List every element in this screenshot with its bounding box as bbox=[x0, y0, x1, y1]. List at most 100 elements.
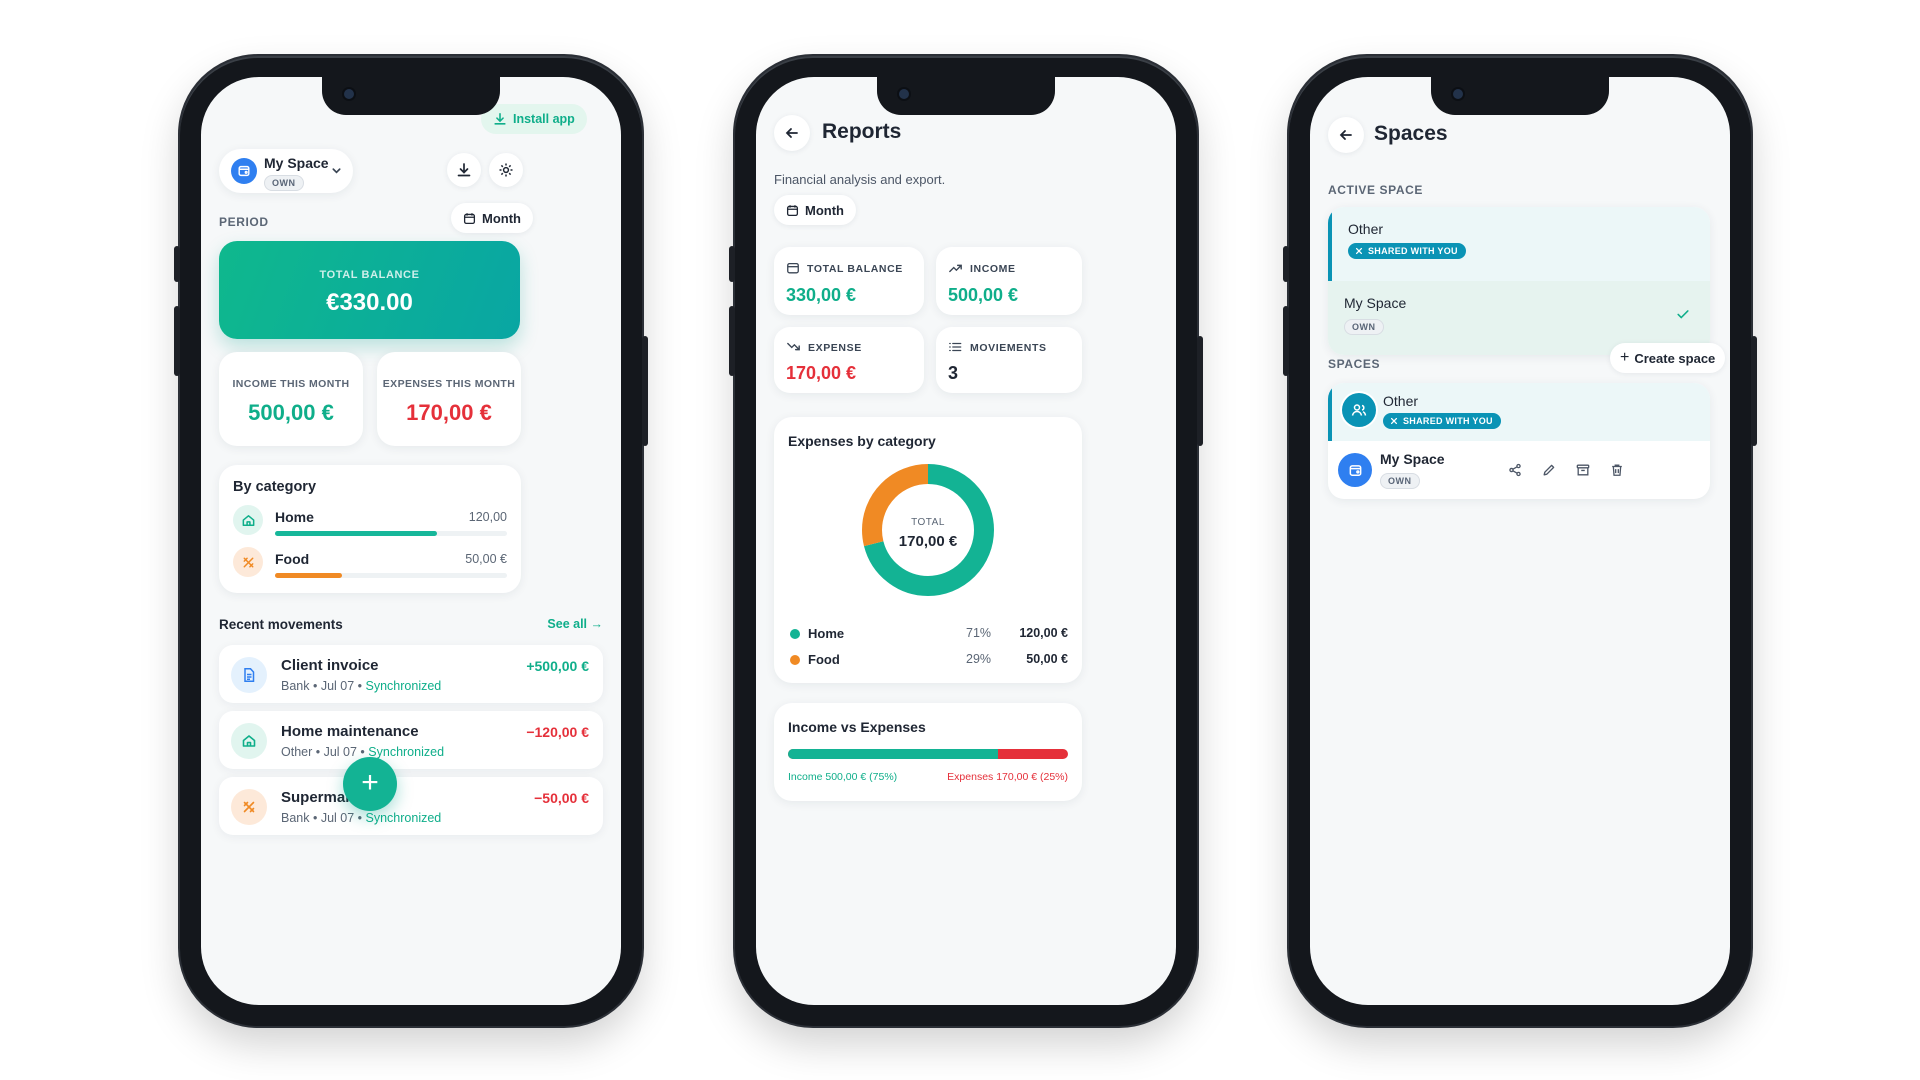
download-icon bbox=[456, 162, 472, 178]
reports-screen: Reports Financial analysis and export. M… bbox=[756, 77, 1176, 1005]
see-all-link[interactable]: See all → bbox=[547, 617, 603, 631]
phone-button bbox=[1283, 306, 1289, 376]
stat-card-income: INCOME 500,00 € bbox=[936, 247, 1082, 315]
phone-spaces: Spaces ACTIVE SPACE Other SHARED WITH YO… bbox=[1283, 56, 1757, 1026]
period-value: Month bbox=[482, 210, 521, 226]
shared-badge: SHARED WITH YOU bbox=[1348, 243, 1466, 259]
category-name: Home bbox=[275, 509, 314, 525]
recent-movements-title: Recent movements bbox=[219, 617, 343, 632]
back-button[interactable] bbox=[1328, 117, 1364, 153]
notch bbox=[877, 77, 1055, 115]
expenses-value: 170,00 € bbox=[406, 400, 492, 425]
spaces-screen: Spaces ACTIVE SPACE Other SHARED WITH YO… bbox=[1310, 77, 1730, 1005]
notch bbox=[1431, 77, 1609, 115]
own-badge: OWN bbox=[1380, 473, 1420, 489]
install-app-button[interactable]: Install app bbox=[481, 104, 587, 134]
phone-button bbox=[1751, 336, 1757, 446]
movement-amount: +500,00 € bbox=[526, 658, 589, 674]
movement-meta: Bank • Jul 07 • Synchronized bbox=[281, 811, 442, 825]
income-bar-segment bbox=[788, 749, 998, 759]
expenses-donut-chart bbox=[862, 464, 994, 596]
period-value: Month bbox=[805, 202, 844, 218]
donut-total-label: TOTAL bbox=[911, 517, 945, 528]
total-balance-card: TOTAL BALANCE €330.00 bbox=[219, 241, 520, 339]
space-row-my-space[interactable]: My Space OWN bbox=[1328, 441, 1710, 499]
space-selector[interactable]: My Space OWN bbox=[219, 149, 353, 193]
back-button[interactable] bbox=[774, 115, 810, 151]
income-card: INCOME THIS MONTH 500,00 € bbox=[219, 352, 363, 446]
shared-badge: SHARED WITH YOU bbox=[1383, 413, 1501, 429]
movement-meta: Bank • Jul 07 • Synchronized bbox=[281, 679, 442, 693]
movement-row[interactable]: Supermarket Bank • Jul 07 • Synchronized… bbox=[219, 777, 603, 835]
archive-icon[interactable] bbox=[1576, 463, 1590, 477]
total-balance-value: €330.00 bbox=[326, 289, 413, 316]
space-name: Other bbox=[1348, 221, 1384, 237]
phone-button bbox=[642, 336, 648, 446]
shared-badge-label: SHARED WITH YOU bbox=[1403, 416, 1493, 426]
stat-label: TOTAL BALANCE bbox=[807, 263, 903, 275]
expenses-label: EXPENSES THIS MONTH bbox=[382, 378, 516, 390]
movement-title: Home maintenance bbox=[281, 723, 419, 740]
edit-icon[interactable] bbox=[1542, 463, 1556, 477]
legend-swatch bbox=[790, 655, 800, 665]
list-icon bbox=[948, 340, 962, 354]
trash-icon[interactable] bbox=[1610, 463, 1624, 477]
phone-button bbox=[1283, 246, 1289, 282]
export-button[interactable] bbox=[447, 153, 481, 187]
space-avatar bbox=[231, 158, 257, 184]
page-title: Spaces bbox=[1374, 122, 1448, 145]
period-selector[interactable]: Month bbox=[451, 203, 533, 233]
phone-button bbox=[729, 306, 735, 376]
phone-button bbox=[1197, 336, 1203, 446]
category-bar-fill bbox=[275, 531, 438, 536]
movement-row[interactable]: Home maintenance Other • Jul 07 • Synchr… bbox=[219, 711, 603, 769]
page-subtitle: Financial analysis and export. bbox=[774, 172, 946, 187]
stat-value: 3 bbox=[948, 363, 959, 383]
check-icon bbox=[1676, 307, 1690, 321]
gear-icon bbox=[498, 162, 514, 178]
income-vs-expenses-card: Income vs Expenses Income 500,00 € (75%)… bbox=[774, 703, 1082, 801]
space-name: My Space bbox=[264, 155, 329, 171]
legend-percent: 71% bbox=[966, 626, 992, 640]
share-icon[interactable] bbox=[1508, 463, 1522, 477]
space-row-other[interactable]: Other SHARED WITH YOU bbox=[1328, 383, 1710, 441]
income-vs-expenses-title: Income vs Expenses bbox=[788, 719, 926, 735]
shared-icon bbox=[1355, 247, 1363, 255]
settings-button[interactable] bbox=[489, 153, 523, 187]
download-icon bbox=[493, 112, 507, 126]
page-title: Reports bbox=[822, 120, 902, 143]
phone-reports: Reports Financial analysis and export. M… bbox=[729, 56, 1203, 1026]
home-icon bbox=[231, 723, 267, 759]
expenses-card: EXPENSES THIS MONTH 170,00 € bbox=[377, 352, 521, 446]
add-movement-button[interactable]: + bbox=[343, 757, 397, 811]
category-amount: 50,00 € bbox=[465, 552, 507, 566]
active-space-list: Other SHARED WITH YOU My Space OWN bbox=[1328, 207, 1710, 355]
plus-icon: + bbox=[1620, 349, 1630, 366]
chevron-down-icon bbox=[331, 165, 342, 176]
period-selector[interactable]: Month bbox=[774, 195, 856, 225]
phone-button bbox=[174, 306, 180, 376]
spaces-list: Other SHARED WITH YOU My Space OWN bbox=[1328, 383, 1710, 499]
trend-up-icon bbox=[948, 261, 963, 275]
stat-label: EXPENSE bbox=[808, 342, 862, 354]
movement-title: Client invoice bbox=[281, 657, 379, 674]
movement-row[interactable]: Client invoice Bank • Jul 07 • Synchroni… bbox=[219, 645, 603, 703]
home-icon bbox=[233, 505, 263, 535]
by-category-card: By category Home 120,00 Food 50,00 € bbox=[219, 465, 521, 593]
expenses-by-category-card: Expenses by category TOTAL 170,00 € Home… bbox=[774, 417, 1082, 683]
stat-card-expense: EXPENSE 170,00 € bbox=[774, 327, 924, 393]
notch bbox=[322, 77, 500, 115]
income-value: 500,00 € bbox=[248, 400, 334, 425]
legend-name: Food bbox=[808, 652, 840, 667]
shared-badge-label: SHARED WITH YOU bbox=[1368, 246, 1458, 256]
active-space-item-other[interactable]: Other SHARED WITH YOU bbox=[1328, 207, 1710, 281]
utensils-icon bbox=[231, 789, 267, 825]
trend-down-icon bbox=[786, 340, 801, 354]
own-badge: OWN bbox=[1344, 319, 1384, 335]
create-space-button[interactable]: + Create space bbox=[1610, 343, 1726, 373]
plus-icon: + bbox=[361, 765, 379, 799]
phone-home: Install app My Space OWN PERIOD Month TO… bbox=[174, 56, 648, 1026]
stat-value: 500,00 € bbox=[948, 285, 1019, 305]
category-bar bbox=[275, 573, 507, 578]
space-name: My Space bbox=[1344, 295, 1407, 311]
